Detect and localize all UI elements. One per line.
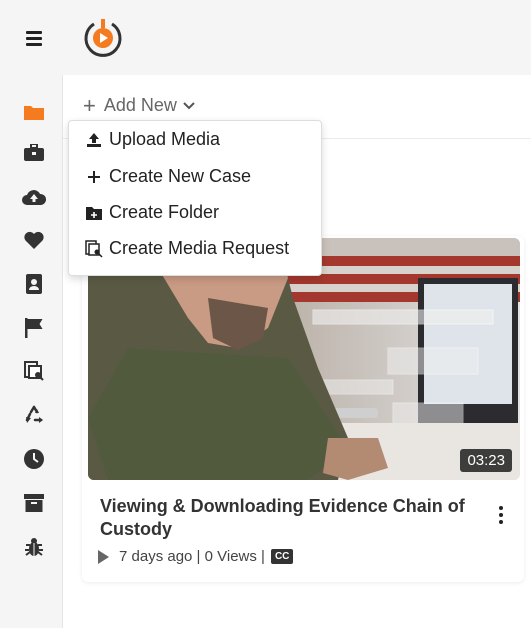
media-request-icon: [85, 239, 103, 258]
heart-icon: [24, 231, 44, 249]
sidebar-item-folder[interactable]: [22, 100, 46, 124]
contact-card-icon: [26, 274, 42, 294]
video-title[interactable]: Viewing & Downloading Evidence Chain of …: [100, 495, 470, 541]
cc-badge: CC: [270, 549, 294, 564]
sidebar-item-flagged[interactable]: [22, 316, 46, 340]
add-new-label: Add New: [103, 95, 177, 115]
plus-icon: +: [83, 92, 96, 118]
sidebar: [0, 75, 63, 628]
sidebar-item-bug-report[interactable]: [22, 535, 46, 559]
sidebar-item-recent[interactable]: [22, 447, 46, 471]
sidebar-item-recycle[interactable]: [22, 403, 46, 427]
recycle-icon: [25, 405, 43, 423]
clock-icon: [24, 449, 44, 469]
menu-item-label: Create Folder: [109, 202, 220, 222]
cloud-upload-icon: [22, 190, 46, 205]
sidebar-item-contacts[interactable]: [22, 272, 46, 296]
add-new-button[interactable]: + Add New: [83, 92, 195, 118]
folder-plus-icon: [86, 206, 102, 220]
menu-item-create-media-request[interactable]: Create Media Request: [85, 238, 289, 259]
media-request-icon: [24, 361, 44, 381]
app-logo[interactable]: [82, 16, 124, 58]
sidebar-item-media-requests[interactable]: [22, 359, 46, 383]
upload-icon: [87, 132, 101, 147]
briefcase-icon: [24, 143, 44, 161]
plus-icon: [88, 170, 100, 183]
sidebar-item-favorites[interactable]: [22, 228, 46, 252]
sidebar-item-upload[interactable]: [22, 185, 46, 209]
flag-icon: [25, 318, 43, 338]
more-options-icon[interactable]: [496, 506, 506, 528]
menu-item-label: Upload Media: [109, 129, 221, 149]
menu-item-label: Create Media Request: [109, 238, 290, 258]
menu-item-create-new-case[interactable]: Create New Case: [85, 166, 251, 187]
archive-icon: [24, 494, 44, 512]
bug-icon: [25, 538, 43, 556]
sidebar-item-archive[interactable]: [22, 491, 46, 515]
video-meta-text: 7 days ago | 0 Views |: [119, 548, 265, 565]
video-duration: 03:23: [460, 449, 512, 472]
play-icon: [98, 549, 109, 564]
hamburger-icon[interactable]: [26, 28, 48, 46]
chevron-down-icon: [183, 101, 195, 109]
top-bar: [0, 0, 531, 75]
sidebar-item-cases[interactable]: [22, 140, 46, 164]
menu-item-upload-media[interactable]: Upload Media: [85, 129, 220, 150]
menu-item-create-folder[interactable]: Create Folder: [85, 202, 219, 223]
video-meta: 7 days ago | 0 Views | CC: [98, 548, 294, 565]
add-new-dropdown: Upload Media Create New Case Create Fold…: [68, 120, 322, 276]
menu-item-label: Create New Case: [109, 166, 252, 186]
folder-icon: [24, 106, 44, 120]
